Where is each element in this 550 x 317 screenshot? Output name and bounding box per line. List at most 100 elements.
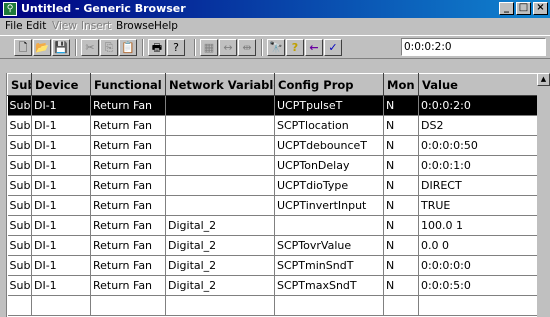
cell-value[interactable]: DS2 bbox=[418, 115, 538, 136]
cell-mon[interactable]: N bbox=[383, 275, 419, 296]
cell-device[interactable]: DI-1 bbox=[31, 95, 91, 116]
save-icon[interactable]: 💾 bbox=[52, 39, 70, 56]
cell-mon[interactable]: N bbox=[383, 235, 419, 256]
cell-mon[interactable] bbox=[383, 295, 419, 316]
fit-columns-icon[interactable]: ↔ bbox=[219, 39, 237, 56]
minimize-button[interactable]: _ bbox=[499, 2, 514, 15]
open-folder-icon[interactable]: 📂 bbox=[33, 39, 51, 56]
cell-value[interactable]: 0:0:0:0:50 bbox=[418, 135, 538, 156]
cell-config-prop[interactable]: UCPTpulseT bbox=[274, 95, 384, 116]
column-header-sub[interactable]: Sub bbox=[7, 73, 32, 96]
cell-network-variable[interactable] bbox=[165, 295, 275, 316]
paste-icon[interactable]: 📋 bbox=[119, 39, 137, 56]
checkmark-icon[interactable]: ✓ bbox=[324, 39, 342, 56]
cell-sub[interactable]: Sub bbox=[7, 255, 32, 276]
cell-mon[interactable]: N bbox=[383, 155, 419, 176]
cell-device[interactable] bbox=[31, 295, 91, 316]
cell-config-prop[interactable]: SCPTlocation bbox=[274, 115, 384, 136]
table-row[interactable]: Sub DI-1 Return Fan UCPTdioType N DIRECT bbox=[7, 175, 538, 196]
cell-config-prop[interactable]: SCPTovrValue bbox=[274, 235, 384, 256]
cell-value[interactable]: 0:0:0:0:0 bbox=[418, 255, 538, 276]
shrink-columns-icon[interactable]: ⇹ bbox=[238, 39, 256, 56]
cell-sub[interactable]: Sub bbox=[7, 195, 32, 216]
cell-functional-block[interactable]: Return Fan bbox=[90, 155, 166, 176]
value-input[interactable]: 0:0:0:2:0 bbox=[401, 38, 546, 56]
column-header-value[interactable]: Value bbox=[418, 73, 538, 96]
cell-functional-block[interactable]: Return Fan bbox=[90, 255, 166, 276]
cell-value[interactable]: 100.0 1 bbox=[418, 215, 538, 236]
back-arrow-icon[interactable]: ← bbox=[305, 39, 323, 56]
table-row[interactable]: Sub DI-1 Return Fan Digital_2 SCPTmaxSndT N 0:… bbox=[7, 275, 538, 296]
cell-network-variable[interactable] bbox=[165, 135, 275, 156]
cell-device[interactable]: DI-1 bbox=[31, 235, 91, 256]
cell-functional-block[interactable]: Return Fan bbox=[90, 235, 166, 256]
new-document-icon[interactable]: 🗋 bbox=[14, 39, 32, 56]
cell-functional-block[interactable]: Return Fan bbox=[90, 275, 166, 296]
cell-config-prop[interactable]: UCPTonDelay bbox=[274, 155, 384, 176]
cell-device[interactable]: DI-1 bbox=[31, 195, 91, 216]
cell-sub[interactable]: Sub bbox=[7, 275, 32, 296]
cell-mon[interactable]: N bbox=[383, 215, 419, 236]
cell-value[interactable] bbox=[418, 295, 538, 316]
menu-help[interactable]: Help bbox=[154, 20, 178, 33]
cell-sub[interactable] bbox=[7, 295, 32, 316]
menu-edit[interactable]: Edit bbox=[26, 20, 46, 33]
cell-mon[interactable]: N bbox=[383, 175, 419, 196]
cell-functional-block[interactable]: Return Fan bbox=[90, 95, 166, 116]
menu-view[interactable]: View bbox=[52, 20, 77, 33]
column-header-config-prop[interactable]: Config Prop bbox=[274, 73, 384, 96]
table-row[interactable]: Sub DI-1 Return Fan Digital_2 SCPTovrValue N 0… bbox=[7, 235, 538, 256]
cell-network-variable[interactable]: Digital_2 bbox=[165, 275, 275, 296]
cell-sub[interactable]: Sub bbox=[7, 175, 32, 196]
close-button[interactable]: × bbox=[533, 2, 548, 15]
table-row[interactable]: Sub DI-1 Return Fan UCPTdebounceT N 0:0:0:0:5… bbox=[7, 135, 538, 156]
cell-value[interactable]: 0:0:0:2:0 bbox=[418, 95, 538, 116]
cell-device[interactable]: DI-1 bbox=[31, 135, 91, 156]
cell-network-variable[interactable] bbox=[165, 95, 275, 116]
cell-functional-block[interactable]: Return Fan bbox=[90, 135, 166, 156]
cell-sub[interactable]: Sub bbox=[7, 115, 32, 136]
cell-config-prop[interactable]: SCPTmaxSndT bbox=[274, 275, 384, 296]
cell-config-prop[interactable]: UCPTinvertInput bbox=[274, 195, 384, 216]
cell-mon[interactable]: N bbox=[383, 115, 419, 136]
menu-insert[interactable]: Insert bbox=[81, 20, 111, 33]
binoculars-icon[interactable]: 🔭 bbox=[267, 39, 285, 56]
cell-functional-block[interactable]: Return Fan bbox=[90, 115, 166, 136]
cell-sub[interactable]: Sub bbox=[7, 235, 32, 256]
menu-browse[interactable]: Browse bbox=[116, 20, 154, 33]
table-row[interactable]: Sub DI-1 Return Fan Digital_2 N 100.0 1 bbox=[7, 215, 538, 236]
column-header-functional-block[interactable]: Functional B bbox=[90, 73, 166, 96]
copy-icon[interactable]: ⎘ bbox=[100, 39, 118, 56]
cell-device[interactable]: DI-1 bbox=[31, 275, 91, 296]
cut-icon[interactable]: ✂ bbox=[81, 39, 99, 56]
vertical-scrollbar[interactable]: ▲ bbox=[537, 73, 550, 317]
maximize-button[interactable]: □ bbox=[516, 2, 531, 15]
cell-network-variable[interactable] bbox=[165, 155, 275, 176]
column-header-network-variable[interactable]: Network Variable bbox=[165, 73, 275, 96]
cell-mon[interactable]: N bbox=[383, 135, 419, 156]
column-header-device[interactable]: Device bbox=[31, 73, 91, 96]
cell-functional-block[interactable]: Return Fan bbox=[90, 195, 166, 216]
table-row[interactable]: Sub DI-1 Return Fan UCPTonDelay N 0:0:0:1:0 bbox=[7, 155, 538, 176]
cell-functional-block[interactable]: Return Fan bbox=[90, 215, 166, 236]
cell-sub[interactable]: Sub bbox=[7, 215, 32, 236]
cell-sub[interactable]: Sub bbox=[7, 155, 32, 176]
cell-functional-block[interactable]: Return Fan bbox=[90, 175, 166, 196]
cell-network-variable[interactable]: Digital_2 bbox=[165, 235, 275, 256]
query-icon[interactable]: ? bbox=[286, 39, 304, 56]
cell-config-prop[interactable]: UCPTdioType bbox=[274, 175, 384, 196]
cell-mon[interactable]: N bbox=[383, 95, 419, 116]
help-icon[interactable]: ? bbox=[167, 39, 185, 56]
cell-config-prop[interactable]: UCPTdebounceT bbox=[274, 135, 384, 156]
cell-sub[interactable]: Sub bbox=[7, 95, 32, 116]
cell-device[interactable]: DI-1 bbox=[31, 255, 91, 276]
table-row[interactable] bbox=[7, 295, 538, 316]
cell-device[interactable]: DI-1 bbox=[31, 155, 91, 176]
table-row[interactable]: Sub DI-1 Return Fan Digital_2 SCPTminSndT N 0:… bbox=[7, 255, 538, 276]
table-row[interactable]: Sub DI-1 Return Fan SCPTlocation N DS2 bbox=[7, 115, 538, 136]
cell-value[interactable]: 0:0:0:5:0 bbox=[418, 275, 538, 296]
cell-config-prop[interactable] bbox=[274, 295, 384, 316]
cell-config-prop[interactable] bbox=[274, 215, 384, 236]
cell-network-variable[interactable]: Digital_2 bbox=[165, 215, 275, 236]
cell-device[interactable]: DI-1 bbox=[31, 115, 91, 136]
